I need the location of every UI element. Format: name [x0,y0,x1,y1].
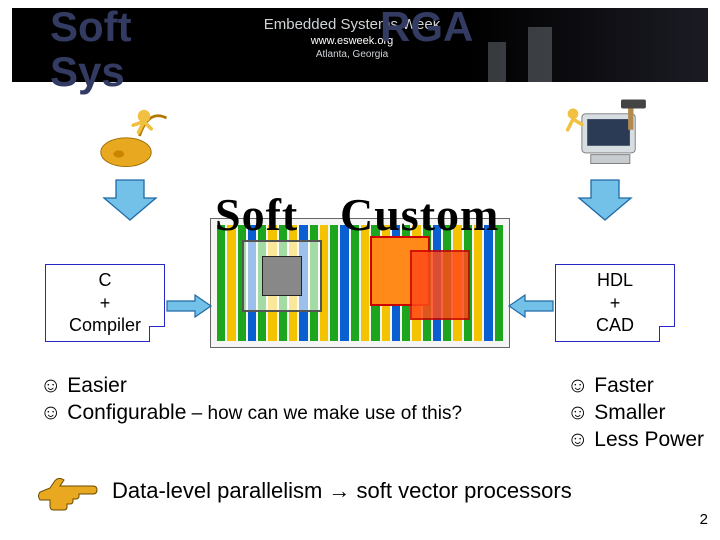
soft-processor-block [242,240,322,312]
banner-line2: www.esweek.org [202,35,502,47]
flow-left-l2: + [46,292,164,315]
flow-left-l3: Compiler [46,314,164,337]
custom-hw-block [370,236,480,334]
smiley-icon: ☺ [40,374,61,397]
benefit-faster: ☺ Faster [567,374,704,398]
arrow-down-left-icon [100,178,160,222]
conclusion-text: Data-level parallelism → soft vector pro… [112,478,572,504]
flow-right-l1: HDL [556,269,674,292]
banner-text: Embedded Systems Week www.esweek.org Atl… [202,16,502,60]
soft-label: Soft [215,188,298,241]
benefit-easier: ☺ Easier [40,374,462,398]
flow-right-l3: CAD [556,314,674,337]
banner-line1: Embedded Systems Week [202,16,502,33]
flow-left-l1: C [46,269,164,292]
flow-box-hdl-cad: HDL + CAD [555,264,675,342]
benefits-row: ☺ Easier ☺ Configurable – how can we mak… [40,374,704,455]
arrow-down-right-icon [575,178,635,222]
smiley-icon: ☺ [567,374,588,397]
hammer-pc-icon [550,96,660,176]
benefit-lesspower: ☺ Less Power [567,428,704,452]
custom-label: Custom [340,188,499,241]
header-banner: Embedded Systems Week www.esweek.org Atl… [12,8,708,82]
flow-arrow-left-icon [165,294,213,318]
smiley-icon: ☺ [567,428,588,451]
flow-box-c-compiler: C + Compiler [45,264,165,342]
illustration-row [0,96,720,166]
slide-number: 2 [700,511,708,528]
page-fold-icon [659,326,675,342]
benefits-right: ☺ Faster ☺ Smaller ☺ Less Power [567,374,704,455]
page-fold-icon [149,326,165,342]
flow-arrow-right-icon [507,294,555,318]
pointing-hand-icon [36,478,98,514]
banner-line3: Atlanta, Georgia [202,49,502,60]
benefit-configurable: ☺ Configurable – how can we make use of … [40,401,462,425]
mouse-figure-icon [90,96,180,176]
benefit-smaller: ☺ Smaller [567,401,704,425]
flow-right-l2: + [556,292,674,315]
smiley-icon: ☺ [567,401,588,424]
skyline-graphic [468,8,708,82]
smiley-icon: ☺ [40,401,61,424]
benefits-left: ☺ Easier ☺ Configurable – how can we mak… [40,374,462,455]
